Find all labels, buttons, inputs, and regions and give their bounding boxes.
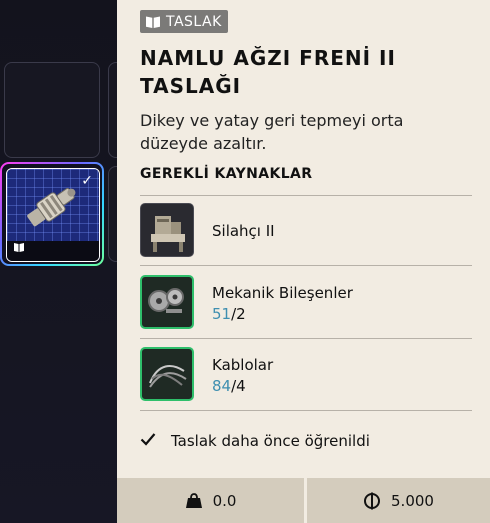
requirement-name: Kablolar — [212, 356, 274, 374]
price-cell: 5.000 — [307, 478, 490, 523]
requirement-row: Mekanik Bileşenler 51/2 — [140, 275, 472, 333]
blueprint-book-icon — [144, 13, 162, 31]
checkmark-icon: ✓ — [81, 173, 93, 189]
blueprint-type-badge: TASLAK — [140, 10, 228, 33]
item-description: Dikey ve yatay geri tepmeyi orta düzeyde… — [140, 111, 404, 153]
gears-icon — [140, 275, 194, 329]
inventory-slot-selected[interactable]: ✓ — [0, 162, 104, 266]
inventory-grid: ✓ — [0, 0, 128, 523]
price-value: 5.000 — [391, 491, 434, 510]
quantity-have: 51 — [212, 305, 232, 323]
inventory-slot-empty[interactable] — [4, 62, 100, 158]
blueprint-book-icon — [13, 238, 25, 257]
muzzle-brake-icon — [27, 187, 76, 227]
requirement-row: Kablolar 84/4 — [140, 347, 472, 405]
quantity-need: /2 — [231, 305, 246, 323]
workbench-icon — [140, 203, 194, 257]
divider — [140, 338, 472, 339]
weight-icon — [185, 492, 202, 508]
item-title-line1: NAMLU AĞZI FRENİ II — [140, 46, 396, 70]
quantity-need: /4 — [231, 377, 246, 395]
currency-icon — [364, 492, 381, 509]
divider — [140, 410, 472, 411]
item-title: NAMLU AĞZI FRENİ II TASLAĞI — [140, 44, 470, 100]
requirement-row: Silahçı II — [140, 203, 472, 261]
requirement-name: Silahçı II — [212, 222, 275, 240]
item-title-line2: TASLAĞI — [140, 74, 242, 98]
badge-label: TASLAK — [166, 13, 222, 30]
blueprint-item-card[interactable]: ✓ — [6, 168, 100, 262]
requirement-quantity: 84/4 — [212, 377, 246, 395]
requirements-heading: GEREKLİ KAYNAKLAR — [140, 166, 313, 182]
weight-cell: 0.0 — [117, 478, 307, 523]
requirement-name: Mekanik Bileşenler — [212, 284, 353, 302]
learned-status: Taslak daha önce öğrenildi — [140, 432, 370, 450]
item-footer: 0.0 5.000 — [117, 478, 490, 523]
requirement-quantity: 51/2 — [212, 305, 246, 323]
divider — [140, 195, 472, 196]
learned-label: Taslak daha önce öğrenildi — [171, 432, 370, 450]
cables-icon — [140, 347, 194, 401]
quantity-have: 84 — [212, 377, 232, 395]
divider — [140, 265, 472, 266]
weight-value: 0.0 — [212, 491, 237, 510]
item-detail-panel: TASLAK NAMLU AĞZI FRENİ II TASLAĞI Dikey… — [117, 0, 490, 523]
checkmark-icon — [140, 432, 162, 450]
